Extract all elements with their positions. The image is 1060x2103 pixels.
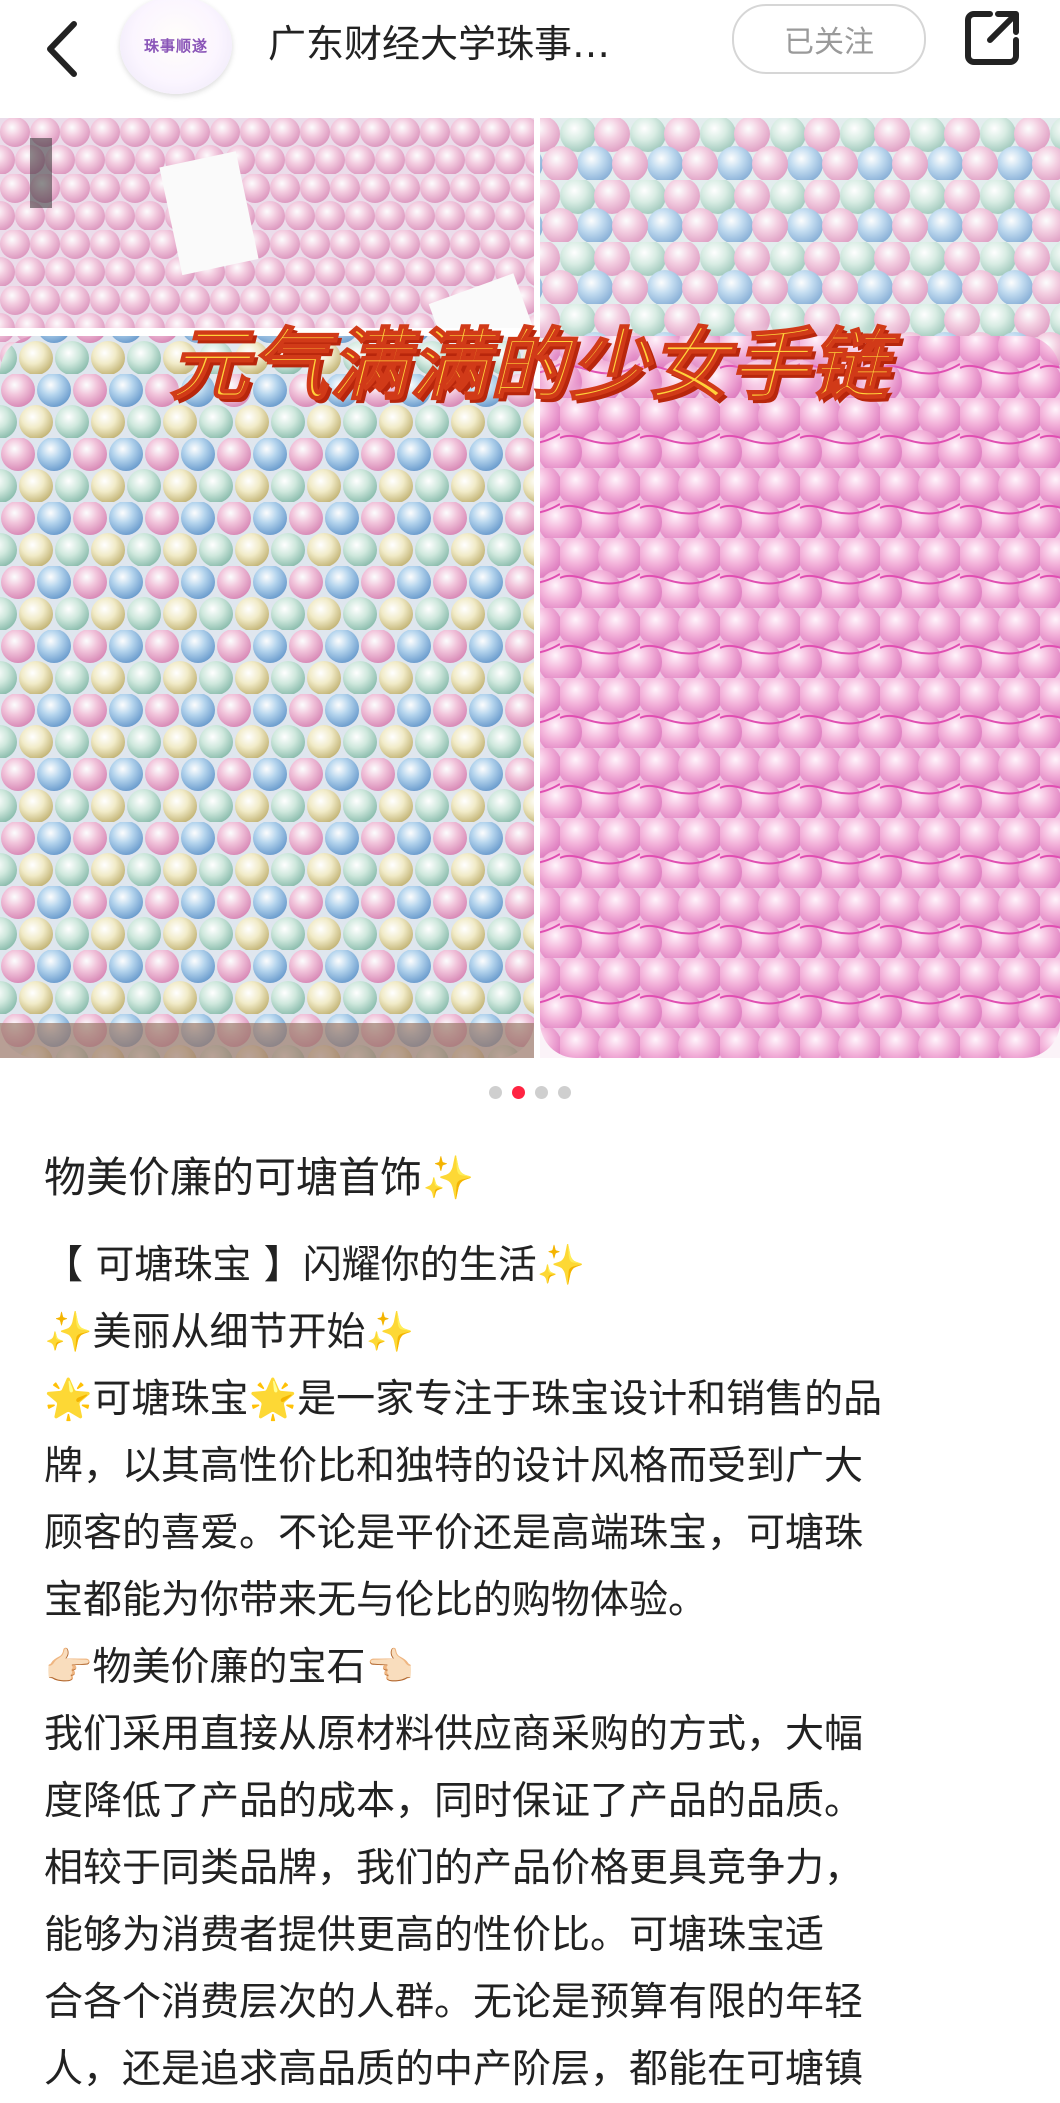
- body-line: 【 可塘珠宝 】闪耀你的生活✨: [44, 1243, 586, 1288]
- body-line: 牌，以其高性价比和独特的设计风格而受到广大: [44, 1444, 864, 1489]
- carousel-dot[interactable]: [558, 1086, 571, 1099]
- body-line: 相较于同类品牌，我们的产品价格更具竞争力，: [44, 1846, 864, 1891]
- share-button[interactable]: [960, 6, 1024, 70]
- body-line: 顾客的喜爱。不论是平价还是高端珠宝，可塘珠: [44, 1511, 864, 1556]
- body-line: 🌟可塘珠宝🌟是一家专注于珠宝设计和销售的品: [44, 1377, 883, 1422]
- body-line: 人，还是追求高品质的中产阶层，都能在可塘镇: [44, 2047, 864, 2092]
- carousel-dot[interactable]: [535, 1086, 548, 1099]
- body-line: ✨美丽从细节开始✨: [44, 1310, 415, 1355]
- beads-photo-collage: [0, 118, 1060, 1058]
- top-bar: 珠事顺遂 广东财经大学珠事… 已关注: [0, 0, 1060, 118]
- chevron-left-icon: [47, 21, 77, 77]
- post-title: 物美价廉的可塘首饰✨: [44, 1153, 475, 1202]
- account-name[interactable]: 广东财经大学珠事…: [268, 14, 688, 74]
- follow-button[interactable]: 已关注: [732, 4, 926, 74]
- body-line: 我们采用直接从原材料供应商采购的方式，大幅: [44, 1712, 864, 1757]
- carousel-indicator: [0, 1086, 1060, 1099]
- post-body: 【 可塘珠宝 】闪耀你的生活✨ ✨美丽从细节开始✨ 🌟可塘珠宝🌟是一家专注于珠宝…: [44, 1232, 1034, 2103]
- body-line: 合各个消费层次的人群。无论是预算有限的年轻: [44, 1980, 864, 2025]
- image-carousel[interactable]: 元气满满的少女手链: [0, 118, 1060, 1058]
- back-button[interactable]: [34, 14, 90, 84]
- body-line: 能够为消费者提供更高的性价比。可塘珠宝适: [44, 1913, 825, 1958]
- body-line: 👉🏻物美价廉的宝石👈🏻: [44, 1645, 415, 1690]
- share-icon: [965, 11, 1019, 65]
- avatar-text: 珠事顺遂: [143, 36, 208, 55]
- image-overlay-title: 元气满满的少女手链: [169, 320, 890, 412]
- body-line: 宝都能为你带来无与伦比的购物体验。: [44, 1578, 708, 1623]
- avatar[interactable]: 珠事顺遂: [120, 0, 232, 94]
- body-line: 度降低了产品的成本，同时保证了产品的品质。: [44, 1779, 864, 1824]
- carousel-dot[interactable]: [489, 1086, 502, 1099]
- carousel-dot-active[interactable]: [512, 1086, 525, 1099]
